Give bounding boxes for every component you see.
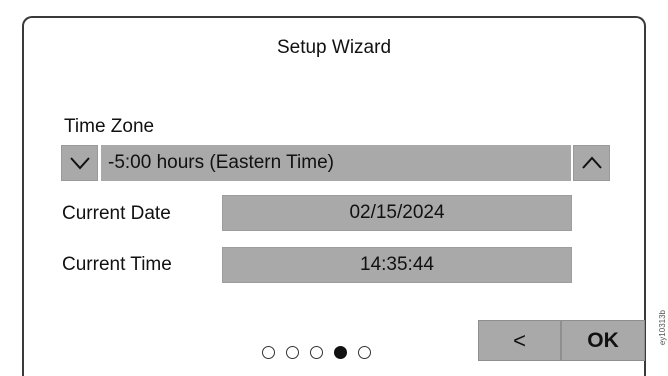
current-date-field[interactable]: 02/15/2024 [222,195,572,231]
chevron-down-icon [69,157,90,170]
step-indicator [262,346,371,359]
step-dot-1 [262,346,275,359]
step-dot-5 [358,346,371,359]
ok-button[interactable]: OK [561,320,645,361]
back-button[interactable]: < [478,320,561,361]
image-code: ey10313b [658,310,667,346]
current-time-label: Current Time [62,254,172,275]
current-date-label: Current Date [62,203,171,224]
step-dot-3 [310,346,323,359]
step-dot-4-active [334,346,347,359]
chevron-up-icon [581,156,602,169]
time-zone-field[interactable]: -5:00 hours (Eastern Time) [101,145,571,181]
current-time-field[interactable]: 14:35:44 [222,247,572,283]
time-zone-decrement-button[interactable] [61,145,98,181]
page-title: Setup Wizard [276,37,392,58]
setup-wizard-screen: Setup Wizard Time Zone -5:00 hours (East… [22,16,646,376]
time-zone-increment-button[interactable] [573,145,610,181]
step-dot-2 [286,346,299,359]
time-zone-label: Time Zone [64,116,155,137]
